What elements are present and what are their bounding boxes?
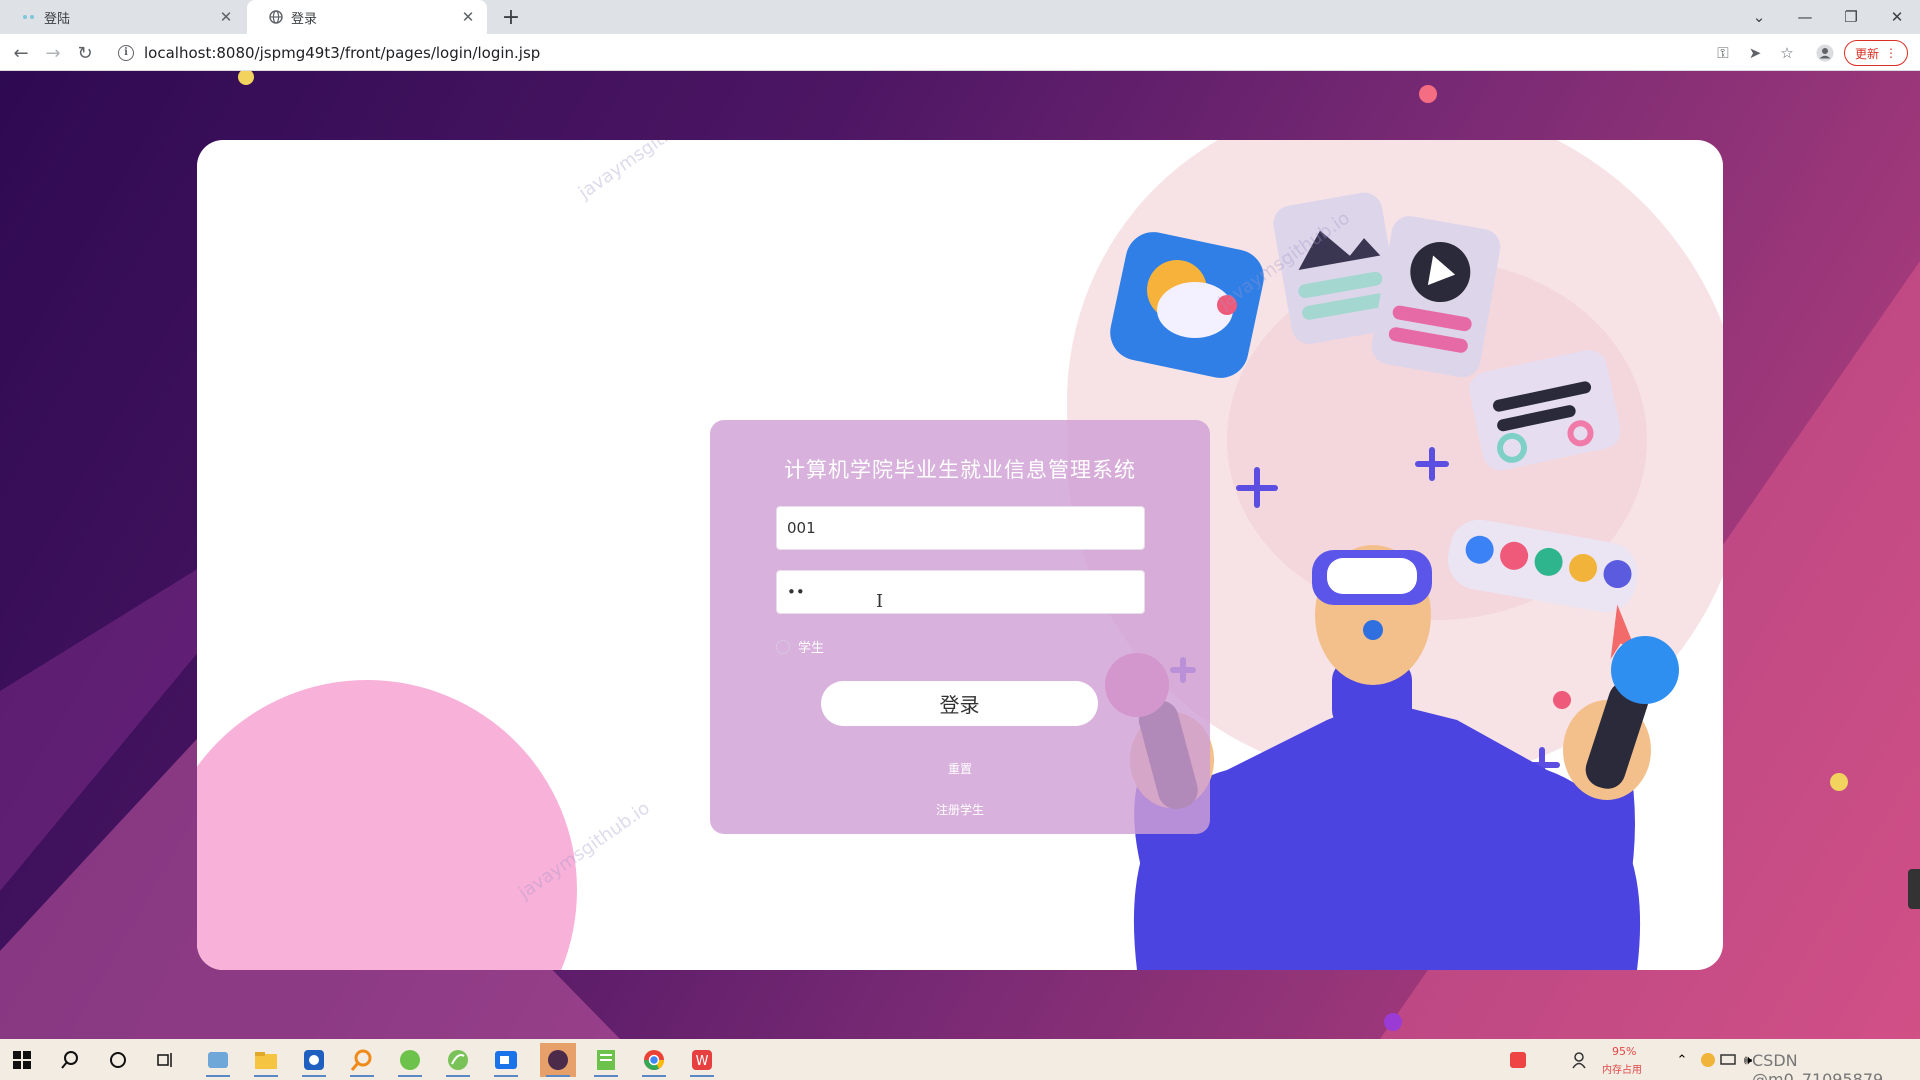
tab-login-active[interactable]: 登录 ✕ xyxy=(247,0,487,34)
video-card-icon xyxy=(1371,216,1501,378)
memory-percent: 95% xyxy=(1612,1045,1637,1058)
file-explorer-icon[interactable] xyxy=(248,1043,284,1077)
back-button[interactable]: ← xyxy=(8,40,34,66)
chrome-icon[interactable] xyxy=(636,1043,672,1077)
username-value: 001 xyxy=(787,519,816,537)
decorative-dot xyxy=(1419,85,1437,103)
task-view-icon[interactable] xyxy=(148,1043,184,1077)
page-viewport: javaymsgithub.io javaymsgithub.io javaym… xyxy=(0,71,1920,1039)
search-tool-icon[interactable] xyxy=(344,1043,380,1077)
radio-button[interactable] xyxy=(776,639,790,654)
csdn-watermark-text: CSDN @m0_71095879 xyxy=(1752,1051,1884,1080)
memory-label: 内存占用 xyxy=(1602,1065,1642,1076)
new-tab-button[interactable]: + xyxy=(499,5,523,30)
site-info-icon[interactable]: i xyxy=(118,44,134,61)
tags-card-icon xyxy=(1469,350,1621,471)
reload-button[interactable]: ↻ xyxy=(72,40,98,66)
windows-taskbar: W 95% 内存占用 ⌃ 🕪 CSDN @m0_71095879 xyxy=(0,1039,1920,1080)
spring-tool-icon[interactable] xyxy=(440,1043,476,1077)
role-radio-student[interactable]: 学生 xyxy=(776,637,824,656)
browser-tabbar: 登陆 ✕ 登录 ✕ + ⌄ — ❐ ✕ xyxy=(0,0,1920,34)
meeting-app-icon[interactable] xyxy=(488,1043,524,1077)
tab-login-inactive[interactable]: 登陆 ✕ xyxy=(0,0,245,34)
windows-start-icon[interactable] xyxy=(4,1043,40,1077)
svg-text:W: W xyxy=(696,1054,709,1069)
page-title: 计算机学院毕业生就业信息管理系统 xyxy=(784,458,1136,482)
profile-icon[interactable] xyxy=(1814,42,1836,64)
tab-favicon-icon xyxy=(22,10,36,24)
decorative-dot xyxy=(1830,773,1848,791)
color-palette-icon xyxy=(1447,519,1638,660)
notepad-icon[interactable] xyxy=(588,1043,624,1077)
minimize-button[interactable]: — xyxy=(1782,0,1828,34)
close-tab-icon[interactable]: ✕ xyxy=(459,8,477,26)
side-tab-handle[interactable] xyxy=(1908,869,1920,909)
people-icon[interactable] xyxy=(1562,1043,1598,1077)
app-icon[interactable] xyxy=(392,1043,428,1077)
bookmark-star-icon[interactable]: ☆ xyxy=(1776,42,1798,64)
text-cursor-icon: Ⅰ xyxy=(876,591,884,612)
browser-toolbar: ← → ↻ i localhost:8080/jspmg49t3/front/p… xyxy=(0,34,1920,71)
close-tab-icon[interactable]: ✕ xyxy=(217,8,235,26)
password-value: •• xyxy=(787,583,805,601)
tab-title: 登陆 xyxy=(44,11,71,27)
login-form-panel: 计算机学院毕业生就业信息管理系统 001 •• 学生 登录 重置 注册学生 xyxy=(710,420,1210,834)
app-icon[interactable] xyxy=(200,1043,236,1077)
weather-app-icon xyxy=(1110,232,1264,378)
reset-link[interactable]: 重置 xyxy=(710,760,1210,777)
login-card: javaymsgithub.io javaymsgithub.io javaym… xyxy=(197,140,1723,970)
role-label: 学生 xyxy=(798,641,825,656)
decorative-dot xyxy=(1384,1013,1402,1031)
globe-icon xyxy=(269,10,283,24)
decorative-circle xyxy=(197,680,577,970)
username-field[interactable]: 001 xyxy=(776,506,1145,550)
update-label: 更新 xyxy=(1854,46,1879,61)
address-bar[interactable]: i localhost:8080/jspmg49t3/front/pages/l… xyxy=(108,38,1778,67)
send-icon[interactable]: ➤ xyxy=(1744,42,1766,64)
password-field[interactable]: •• xyxy=(776,570,1145,614)
tray-app-icon[interactable] xyxy=(1500,1043,1536,1077)
search-icon[interactable] xyxy=(52,1043,88,1077)
restore-button[interactable]: ❐ xyxy=(1828,0,1874,34)
watermark-text: javaymsgithub.io xyxy=(574,140,714,204)
wps-icon[interactable]: W xyxy=(684,1043,720,1077)
update-button[interactable]: 更新 ⋮ xyxy=(1844,40,1908,66)
app-icon[interactable] xyxy=(296,1043,332,1077)
tab-title: 登录 xyxy=(291,11,318,27)
register-student-link[interactable]: 注册学生 xyxy=(710,801,1210,818)
app-icon[interactable] xyxy=(540,1043,576,1077)
login-button[interactable]: 登录 xyxy=(821,681,1098,726)
cortana-icon[interactable] xyxy=(100,1043,136,1077)
close-window-button[interactable]: ✕ xyxy=(1874,0,1920,34)
key-icon[interactable]: ⚿ xyxy=(1712,42,1734,64)
forward-button[interactable]: → xyxy=(40,40,66,66)
more-menu-icon: ⋮ xyxy=(1885,46,1897,60)
tab-search-icon[interactable]: ⌄ xyxy=(1736,0,1782,34)
url-text: localhost:8080/jspmg49t3/front/pages/log… xyxy=(144,43,541,62)
